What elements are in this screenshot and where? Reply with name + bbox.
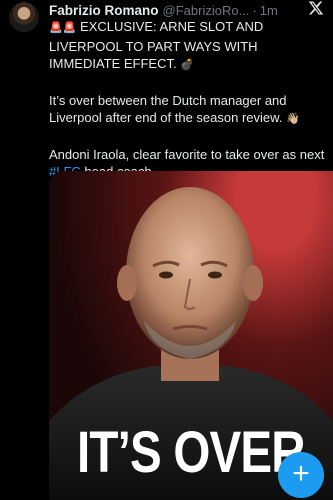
siren-emoji-icon: 🚨🚨: [49, 22, 77, 34]
avatar[interactable]: [9, 2, 39, 32]
plus-icon: +: [292, 457, 310, 490]
separator-dot: ·: [252, 2, 257, 18]
wave-emoji-icon: 👋🏼: [286, 113, 300, 125]
tweet-paragraph-2: It’s over between the Dutch manager and …: [49, 92, 300, 126]
bomb-emoji-icon: 💣: [180, 59, 194, 71]
compose-button[interactable]: +: [278, 452, 324, 498]
display-name[interactable]: Fabrizio Romano: [49, 3, 159, 18]
tweet[interactable]: Fabrizio Romano @FabrizioRo... · 1m 🚨🚨 E…: [0, 0, 333, 500]
timestamp[interactable]: 1m: [260, 3, 278, 18]
tweet-paragraph-1: 🚨🚨 EXCLUSIVE: ARNE SLOT AND LIVERPOOL TO…: [49, 19, 264, 71]
x-logo-icon: [308, 1, 324, 15]
tweet-text: 🚨🚨 EXCLUSIVE: ARNE SLOT AND LIVERPOOL TO…: [49, 18, 329, 181]
user-handle[interactable]: @FabrizioRo...: [163, 3, 250, 18]
tweet-header: Fabrizio Romano @FabrizioRo... · 1m: [49, 1, 333, 19]
tweet-media-image[interactable]: IT’S OVER: [49, 171, 333, 500]
